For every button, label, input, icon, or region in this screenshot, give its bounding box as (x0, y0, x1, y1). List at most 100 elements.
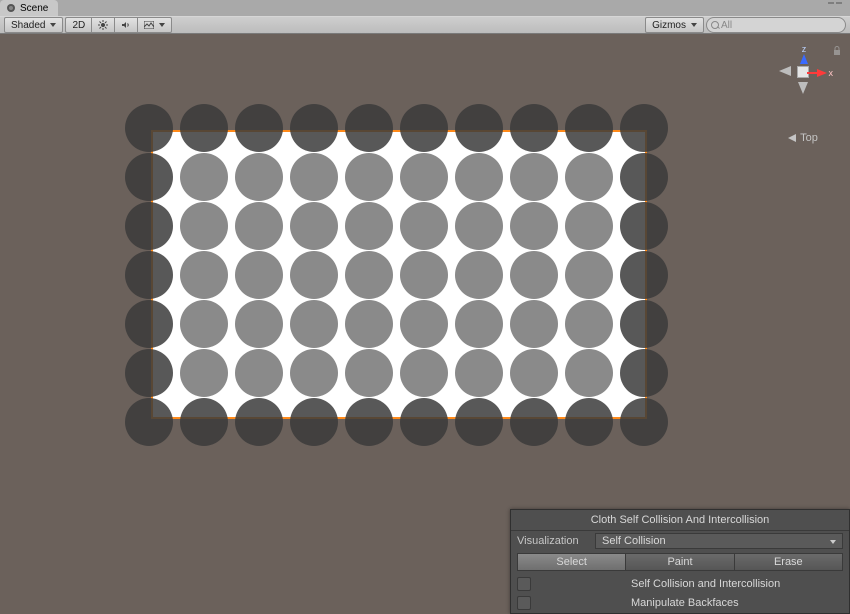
self-collision-checkbox[interactable] (517, 577, 531, 591)
cloth-particle[interactable] (455, 300, 503, 348)
lighting-toggle[interactable] (91, 17, 114, 33)
cloth-particle[interactable] (290, 202, 338, 250)
cloth-particle[interactable] (400, 202, 448, 250)
shaded-dropdown[interactable]: Shaded (4, 17, 63, 33)
cloth-particle[interactable] (510, 398, 558, 446)
cloth-particle[interactable] (620, 300, 668, 348)
cloth-particle[interactable] (235, 398, 283, 446)
cloth-particle[interactable] (510, 251, 558, 299)
cloth-particle[interactable] (455, 202, 503, 250)
cloth-particle[interactable] (345, 153, 393, 201)
cloth-particle[interactable] (290, 349, 338, 397)
cloth-particle[interactable] (180, 300, 228, 348)
axis-neg-z[interactable] (798, 82, 808, 94)
cloth-particle[interactable] (565, 300, 613, 348)
scene-viewport[interactable]: z x Top Cloth Self Collision And Interco… (0, 34, 850, 614)
cloth-particle[interactable] (235, 349, 283, 397)
cloth-particle[interactable] (455, 398, 503, 446)
cloth-particle[interactable] (510, 202, 558, 250)
fx-dropdown[interactable] (137, 17, 172, 33)
cloth-particle[interactable] (180, 398, 228, 446)
cloth-particle[interactable] (565, 349, 613, 397)
cloth-particle[interactable] (235, 202, 283, 250)
cloth-particle[interactable] (400, 153, 448, 201)
cloth-particle[interactable] (620, 104, 668, 152)
cloth-particle[interactable] (345, 202, 393, 250)
cloth-particle[interactable] (345, 300, 393, 348)
cloth-particle[interactable] (235, 300, 283, 348)
cloth-particle[interactable] (125, 398, 173, 446)
axis-widget[interactable]: z x (773, 42, 833, 102)
cloth-particle[interactable] (455, 251, 503, 299)
panel-menu-icon[interactable] (828, 2, 846, 12)
cloth-particle[interactable] (510, 104, 558, 152)
cloth-particle[interactable] (565, 153, 613, 201)
cloth-particle[interactable] (345, 349, 393, 397)
cloth-particle[interactable] (235, 153, 283, 201)
cloth-particle[interactable] (125, 300, 173, 348)
cloth-particle[interactable] (400, 104, 448, 152)
cloth-particle[interactable] (510, 349, 558, 397)
panel-title: Cloth Self Collision And Intercollision (511, 510, 849, 531)
lock-icon[interactable] (832, 46, 842, 56)
cloth-particle[interactable] (125, 153, 173, 201)
triangle-left-icon (788, 134, 796, 142)
cloth-particle[interactable] (180, 104, 228, 152)
axis-x[interactable]: x (807, 68, 834, 78)
mode-select[interactable]: Select (517, 553, 626, 571)
cloth-particle[interactable] (455, 104, 503, 152)
cloth-particle[interactable] (290, 398, 338, 446)
scene-tab[interactable]: Scene (0, 0, 58, 16)
cloth-particles[interactable] (125, 104, 673, 444)
cloth-particle[interactable] (455, 153, 503, 201)
cloth-particle[interactable] (180, 153, 228, 201)
cloth-particle[interactable] (510, 153, 558, 201)
cloth-particle[interactable] (620, 398, 668, 446)
search-input[interactable]: All (706, 17, 846, 33)
self-collision-label: Self Collision and Intercollision (541, 578, 843, 590)
2d-toggle[interactable]: 2D (65, 17, 91, 33)
cloth-particle[interactable] (235, 251, 283, 299)
mode-erase[interactable]: Erase (735, 553, 843, 571)
cloth-particle[interactable] (510, 300, 558, 348)
cloth-particle[interactable] (620, 251, 668, 299)
cloth-particle[interactable] (400, 300, 448, 348)
axis-neg-x[interactable] (779, 66, 791, 76)
backfaces-checkbox[interactable] (517, 596, 531, 610)
cloth-particle[interactable] (620, 349, 668, 397)
chevron-down-icon (50, 23, 56, 27)
cloth-particle[interactable] (565, 202, 613, 250)
cloth-particle[interactable] (290, 104, 338, 152)
cloth-particle[interactable] (180, 349, 228, 397)
cloth-particle[interactable] (125, 251, 173, 299)
cloth-particle[interactable] (290, 300, 338, 348)
cloth-particle[interactable] (565, 251, 613, 299)
cloth-particle[interactable] (400, 398, 448, 446)
cloth-particle[interactable] (125, 104, 173, 152)
cloth-particle[interactable] (565, 104, 613, 152)
cloth-particle[interactable] (345, 398, 393, 446)
audio-icon (121, 20, 131, 30)
backfaces-label: Manipulate Backfaces (541, 597, 843, 609)
cloth-particle[interactable] (125, 349, 173, 397)
cloth-particle[interactable] (345, 251, 393, 299)
cloth-particle[interactable] (400, 251, 448, 299)
gizmos-dropdown[interactable]: Gizmos (645, 17, 704, 33)
orientation-gizmo[interactable]: z x Top (768, 42, 838, 152)
cloth-particle[interactable] (290, 153, 338, 201)
cloth-particle[interactable] (180, 202, 228, 250)
cloth-particle[interactable] (620, 202, 668, 250)
cloth-particle[interactable] (290, 251, 338, 299)
cloth-particle[interactable] (345, 104, 393, 152)
cloth-particle[interactable] (125, 202, 173, 250)
mode-paint[interactable]: Paint (626, 553, 734, 571)
cloth-particle[interactable] (400, 349, 448, 397)
visualization-dropdown[interactable]: Self Collision (595, 533, 843, 549)
cloth-particle[interactable] (235, 104, 283, 152)
cloth-particle[interactable] (455, 349, 503, 397)
cloth-particle[interactable] (180, 251, 228, 299)
cloth-particle[interactable] (620, 153, 668, 201)
projection-toggle[interactable]: Top (788, 132, 818, 144)
cloth-particle[interactable] (565, 398, 613, 446)
audio-toggle[interactable] (114, 17, 137, 33)
